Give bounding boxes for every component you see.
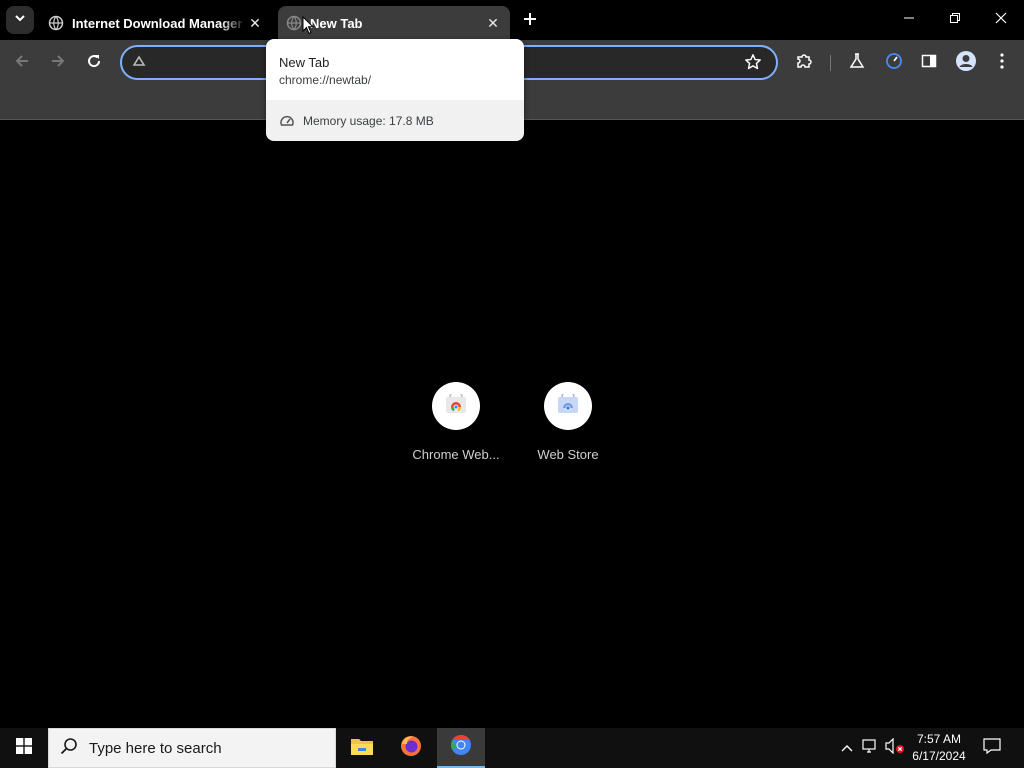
kebab-menu-icon [1000, 52, 1004, 74]
forward-button[interactable] [44, 49, 72, 77]
search-icon [59, 736, 79, 761]
network-icon [862, 738, 880, 759]
tray-network[interactable] [860, 728, 882, 768]
chrome-icon [450, 734, 472, 761]
shortcut-tile [432, 382, 480, 430]
memory-usage-text: Memory usage: 17.8 MB [303, 113, 434, 128]
tray-overflow-button[interactable] [838, 728, 856, 768]
shortcut-web-store[interactable]: Web Store [512, 382, 624, 462]
tab-internet-download-manager[interactable]: Internet Download Manager is ✕ [40, 6, 272, 40]
tab-title: New Tab [310, 15, 363, 31]
restore-button[interactable] [932, 0, 978, 40]
close-window-button[interactable] [978, 0, 1024, 40]
start-button[interactable] [0, 728, 48, 768]
reload-button[interactable] [80, 49, 108, 77]
mouse-cursor-icon [302, 15, 315, 40]
speedometer-icon [885, 52, 903, 75]
menu-button[interactable] [988, 49, 1016, 77]
back-button[interactable] [8, 49, 36, 77]
side-panel-button[interactable] [915, 49, 943, 77]
side-panel-icon [921, 53, 937, 74]
puzzle-icon [795, 52, 813, 75]
chevron-up-icon [841, 739, 853, 757]
hover-card-header: New Tab chrome://newtab/ [266, 39, 524, 100]
extensions-button[interactable] [790, 49, 818, 77]
clock-date: 6/17/2024 [912, 749, 966, 763]
notification-icon [983, 737, 1001, 759]
labs-button[interactable] [843, 49, 871, 77]
minimize-button[interactable] [886, 0, 932, 40]
chrome-web-store-icon [445, 389, 467, 419]
taskbar-file-explorer[interactable] [338, 728, 386, 768]
minimize-icon [903, 11, 915, 29]
taskbar-firefox[interactable] [387, 728, 435, 768]
volume-muted-icon [885, 737, 905, 759]
shortcut-label: Web Store [537, 447, 599, 462]
back-arrow-icon [14, 53, 30, 74]
profile-button[interactable] [952, 49, 980, 77]
shortcut-label: Chrome Web... [412, 447, 500, 462]
web-store-icon [557, 389, 579, 419]
tab-title: Internet Download Manager is [72, 15, 246, 31]
tray-volume[interactable] [884, 728, 906, 768]
tab-strip: Internet Download Manager is ✕ New Tab ✕ [0, 0, 1024, 40]
taskbar-clock[interactable]: 7:57 AM 6/17/2024 [906, 731, 972, 765]
window-controls [886, 0, 1024, 40]
globe-icon [286, 15, 302, 31]
taskbar-search-box[interactable]: Type here to search [48, 728, 336, 768]
taskbar: Type here to search 7:57 AM 6/17/2024 [0, 728, 1024, 768]
flask-icon [849, 52, 865, 74]
gauge-icon [279, 113, 295, 129]
bookmark-star-icon[interactable] [744, 53, 764, 73]
notification-center-button[interactable] [978, 728, 1006, 768]
hover-card-memory: Memory usage: 17.8 MB [266, 100, 524, 141]
screen: Internet Download Manager is ✕ New Tab ✕ [0, 0, 1024, 768]
windows-logo-icon [16, 737, 32, 759]
search-engine-icon [132, 55, 148, 71]
new-tab-button[interactable] [518, 8, 542, 32]
clock-time: 7:57 AM [916, 732, 962, 746]
restore-icon [949, 11, 961, 29]
close-icon[interactable]: ✕ [246, 14, 264, 32]
forward-arrow-icon [50, 53, 66, 74]
folder-icon [350, 736, 374, 761]
hover-card-url: chrome://newtab/ [279, 73, 372, 87]
chevron-down-icon [14, 11, 26, 29]
firefox-icon [399, 734, 423, 763]
search-placeholder: Type here to search [89, 739, 222, 757]
avatar-icon [955, 50, 977, 77]
shortcut-chrome-web-store[interactable]: Chrome Web... [400, 382, 512, 462]
globe-icon [48, 15, 64, 31]
shortcut-tile [544, 382, 592, 430]
toolbar-separator [830, 55, 831, 71]
performance-button[interactable] [880, 49, 908, 77]
close-icon[interactable]: ✕ [484, 14, 502, 32]
tab-hover-card: New Tab chrome://newtab/ Memory usage: 1… [266, 39, 524, 141]
plus-icon [523, 6, 537, 31]
hover-card-title: New Tab [279, 55, 330, 70]
tab-search-button[interactable] [6, 6, 34, 34]
close-icon [995, 11, 1007, 29]
reload-icon [86, 53, 102, 74]
taskbar-chrome[interactable] [437, 728, 485, 768]
